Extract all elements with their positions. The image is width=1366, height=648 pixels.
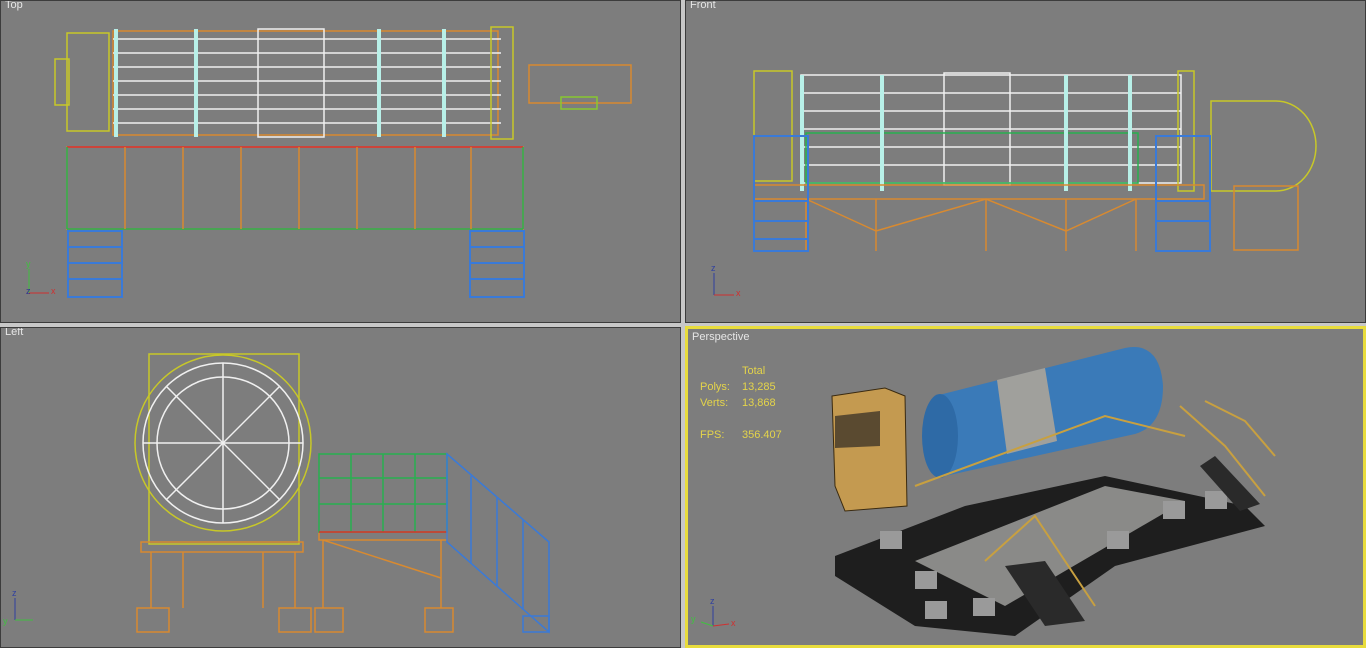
svg-text:z: z bbox=[711, 263, 716, 273]
axis-gizmo-icon: z y bbox=[3, 588, 33, 626]
svg-text:x: x bbox=[51, 286, 56, 296]
left-wireframe: z y bbox=[3, 353, 550, 634]
viewport-top[interactable]: Top y z x bbox=[0, 0, 681, 323]
viewport-front[interactable]: Front z x bbox=[685, 0, 1366, 323]
viewport-perspective[interactable]: Perspective Total Polys: 13,285 Verts: 13,… bbox=[685, 326, 1366, 648]
perspective-render: z y x bbox=[691, 347, 1276, 636]
svg-text:z: z bbox=[12, 588, 17, 598]
svg-text:x: x bbox=[731, 618, 736, 628]
top-wireframe: y z x bbox=[26, 26, 632, 298]
viewport-left[interactable]: Left z y bbox=[0, 327, 681, 648]
axis-gizmo-icon: y z x bbox=[26, 259, 56, 296]
svg-text:y: y bbox=[3, 616, 8, 626]
svg-text:y: y bbox=[691, 614, 696, 624]
axis-gizmo-icon: z y x bbox=[691, 596, 736, 628]
axis-gizmo-icon: z x bbox=[711, 263, 741, 298]
svg-text:x: x bbox=[736, 288, 741, 298]
svg-text:z: z bbox=[26, 286, 31, 296]
front-wireframe: z x bbox=[711, 70, 1317, 298]
svg-text:z: z bbox=[710, 596, 715, 606]
svg-text:y: y bbox=[26, 259, 31, 269]
